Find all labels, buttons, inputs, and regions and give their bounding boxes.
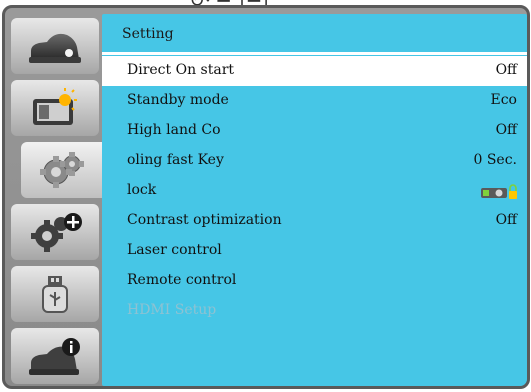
projector-lock-icon [479,183,519,205]
menu-row-remote-control[interactable]: Remote control [102,266,527,296]
menu-row-contrast-optimization[interactable]: Contrast optimization Off [102,206,527,236]
menu-row-direct-on-start[interactable]: Direct On start Off [102,56,527,86]
menu-row-key-lock[interactable]: lock [102,176,527,206]
menu-row-label: Contrast optimization [127,212,282,228]
menu-row-hdmi-setup: HDMI Setup [102,296,527,326]
menu-row-value: Off [495,122,517,138]
sidebar-tab-extended[interactable] [11,204,99,260]
menu-row-label: oling fast Key [127,152,224,168]
sidebar-tab-info[interactable] [11,328,99,384]
menu-row-label: Remote control [127,272,237,288]
sidebar-tab-image[interactable] [11,18,99,74]
info-icon [25,335,85,377]
menu-row-value: Eco [490,92,518,108]
image-adjust-icon [25,25,85,67]
title-divider [102,52,527,55]
sidebar-tab-display[interactable] [11,80,99,136]
display-icon [25,87,85,129]
sidebar [5,8,103,386]
menu-row-label: Laser control [127,242,222,258]
menu-row-value: 0 Sec. [473,152,517,168]
menu-row-cooling-fast[interactable]: oling fast Key 0 Sec. [102,146,527,176]
menu-row-standby-mode[interactable]: Standby mode Eco [102,86,527,116]
menu-row-value: Off [495,62,517,78]
menu-row-label: High land Co [127,122,221,138]
menu-row-label: Standby mode [127,92,229,108]
menu-row-label: lock [127,182,157,198]
menu-row-label: HDMI Setup [127,302,217,318]
menu-row-laser-control[interactable]: Laser control [102,236,527,266]
usb-icon [25,272,85,316]
menu-row-value: Off [495,212,517,228]
setting-panel: Setting Direct On start Off Standby mode… [102,14,527,386]
panel-title: Setting [122,26,174,42]
extended-settings-icon [23,210,87,254]
osd-menu-frame: Setting Direct On start Off Standby mode… [2,5,530,389]
sidebar-tab-usb[interactable] [11,266,99,322]
setting-gears-icon [32,148,92,192]
sidebar-tab-setting[interactable] [21,142,103,198]
menu-row-high-land[interactable]: High land Co Off [102,116,527,146]
menu-row-label: Direct On start [127,62,235,78]
